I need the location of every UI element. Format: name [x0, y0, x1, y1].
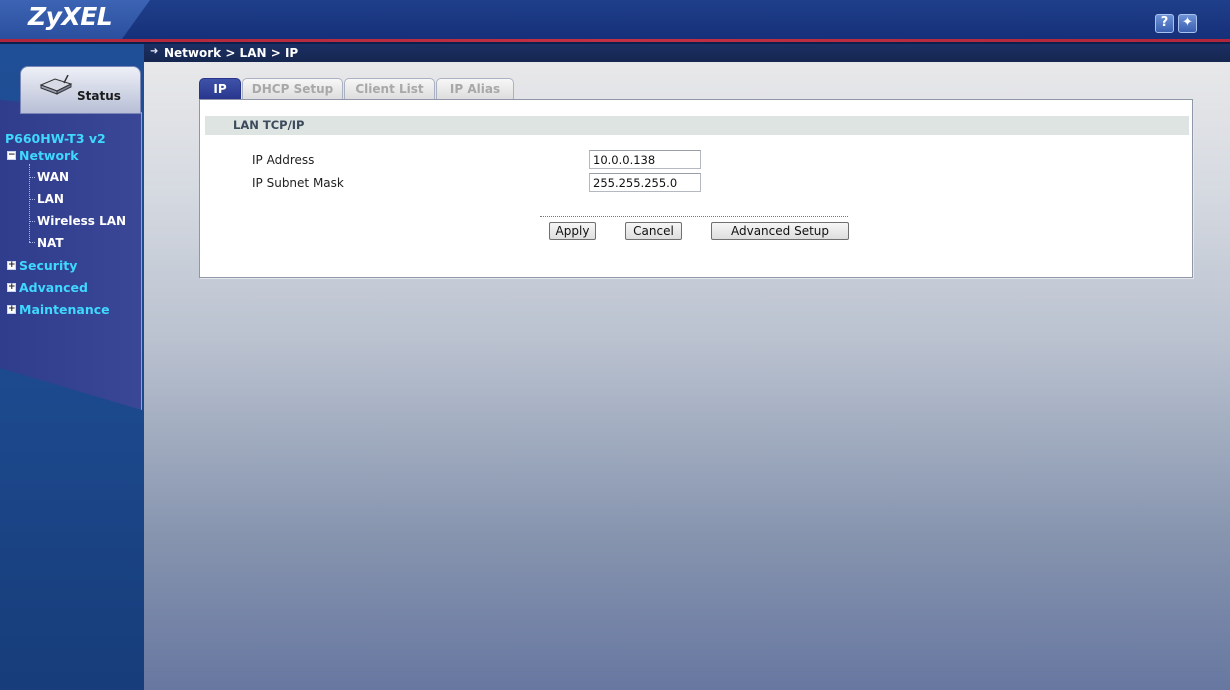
button-divider: [540, 216, 848, 217]
tree-line: [29, 164, 30, 242]
ip-address-input[interactable]: [589, 150, 701, 169]
sidebar-item-nat[interactable]: NAT: [37, 236, 64, 250]
sidebar-item-maintenance[interactable]: + Maintenance: [7, 300, 110, 318]
status-label: Status: [77, 89, 121, 103]
tab-dhcp-setup[interactable]: DHCP Setup: [242, 78, 343, 100]
device-name: P660HW-T3 v2: [5, 131, 106, 146]
sidebar-item-advanced[interactable]: + Advanced: [7, 278, 88, 296]
expand-icon[interactable]: +: [7, 260, 16, 270]
cancel-button[interactable]: Cancel: [625, 222, 682, 240]
section-title: LAN TCP/IP: [233, 118, 305, 132]
top-header: ZyXEL ? ✦: [0, 0, 1230, 39]
subnet-mask-input[interactable]: [589, 173, 701, 192]
sidebar-item-wan[interactable]: WAN: [37, 170, 69, 184]
router-icon: [39, 75, 73, 95]
breadcrumb-arrow-icon: ➜: [150, 46, 159, 57]
wizard-icon[interactable]: ✦: [1178, 14, 1197, 33]
apply-button[interactable]: Apply: [549, 222, 596, 240]
collapse-icon[interactable]: −: [7, 150, 16, 160]
tab-ip-alias[interactable]: IP Alias: [436, 78, 514, 100]
help-icon[interactable]: ?: [1155, 14, 1174, 33]
ip-address-label: IP Address: [252, 153, 315, 167]
main-content: IP DHCP Setup Client List IP Alias LAN T…: [144, 62, 1230, 690]
expand-icon[interactable]: +: [7, 282, 16, 292]
status-button[interactable]: Status: [20, 66, 141, 114]
sidebar-item-label: Maintenance: [19, 301, 110, 317]
sidebar-item-wireless-lan[interactable]: Wireless LAN: [37, 214, 126, 228]
tree-tick: [29, 199, 35, 200]
tab-ip[interactable]: IP: [199, 78, 241, 100]
sidebar-item-network[interactable]: − Network: [7, 146, 79, 164]
tab-client-list[interactable]: Client List: [344, 78, 435, 100]
settings-panel: LAN TCP/IP IP Address IP Subnet Mask App…: [199, 99, 1193, 278]
breadcrumb: Network > LAN > IP: [164, 46, 299, 60]
sidebar-item-security[interactable]: + Security: [7, 256, 77, 274]
tree-tick: [29, 242, 35, 243]
subnet-mask-label: IP Subnet Mask: [252, 176, 344, 190]
breadcrumb-bar: ➜ Network > LAN > IP: [144, 44, 1230, 62]
zyxel-logo: ZyXEL: [28, 2, 113, 31]
sidebar-item-lan[interactable]: LAN: [37, 192, 64, 206]
sidebar-item-label: Advanced: [19, 279, 88, 295]
logo-area: ZyXEL: [0, 0, 150, 39]
tree-tick: [29, 221, 35, 222]
expand-icon[interactable]: +: [7, 304, 16, 314]
sidebar-item-label: Security: [19, 257, 78, 273]
sidebar-item-label: Network: [19, 147, 79, 163]
advanced-setup-button[interactable]: Advanced Setup: [711, 222, 849, 240]
tree-tick: [29, 177, 35, 178]
section-header: LAN TCP/IP: [205, 116, 1189, 135]
sidebar: Status P660HW-T3 v2 − Network WAN LAN Wi…: [0, 44, 144, 690]
